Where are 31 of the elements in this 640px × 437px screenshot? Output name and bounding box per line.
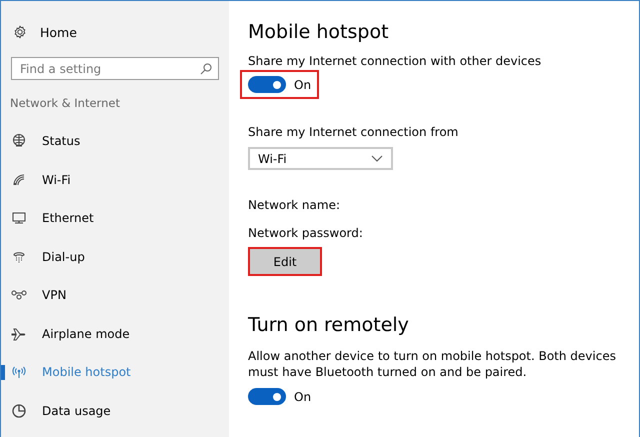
section-title: Turn on remotely: [248, 314, 410, 336]
toggle-label: Share my Internet connection with other devices: [248, 54, 542, 68]
globe-icon: [11, 133, 27, 150]
toggle-switch[interactable]: On: [240, 382, 320, 411]
airplane-icon: [11, 326, 27, 342]
settings-icon: [13, 25, 27, 39]
search-field[interactable]: Find a setting: [11, 57, 219, 80]
edit-button[interactable]: Edit: [248, 247, 322, 276]
section-heading: Network & Internet: [10, 96, 121, 110]
hotspot-icon: [11, 364, 27, 380]
sidebar-item[interactable]: Airplane mode: [1, 314, 229, 353]
home-link[interactable]: Home: [1, 21, 229, 43]
monitor-icon: [11, 210, 27, 226]
network-name-label: Network name:: [248, 198, 341, 212]
sidebar-item[interactable]: Ethernet: [1, 199, 229, 238]
page-title: Mobile hotspot: [248, 21, 390, 43]
pie-chart-icon: [11, 402, 27, 419]
toggle-switch[interactable]: On: [240, 70, 320, 99]
wifi-icon: [11, 172, 27, 188]
description-text: Allow another device to turn on mobile hotspot. Both devices must have Bluetooth turned on and be paired.: [248, 348, 617, 380]
chevron-down-icon: [371, 154, 383, 162]
sidebar-item[interactable]: Mobile hotspot: [1, 353, 229, 392]
dropdown-label: Share my Internet connection from: [248, 125, 460, 139]
sidebar-item[interactable]: Data usage: [1, 392, 229, 430]
network-password-label: Network password:: [248, 226, 364, 240]
sidebar-item[interactable]: Status: [1, 122, 229, 160]
search-icon: [200, 62, 212, 74]
sidebar-item[interactable]: Wi-Fi: [1, 160, 229, 199]
sidebar-item[interactable]: VPN: [1, 276, 229, 314]
sidebar-item[interactable]: Dial-up: [1, 238, 229, 276]
source-dropdown[interactable]: Wi-Fi: [248, 147, 393, 170]
